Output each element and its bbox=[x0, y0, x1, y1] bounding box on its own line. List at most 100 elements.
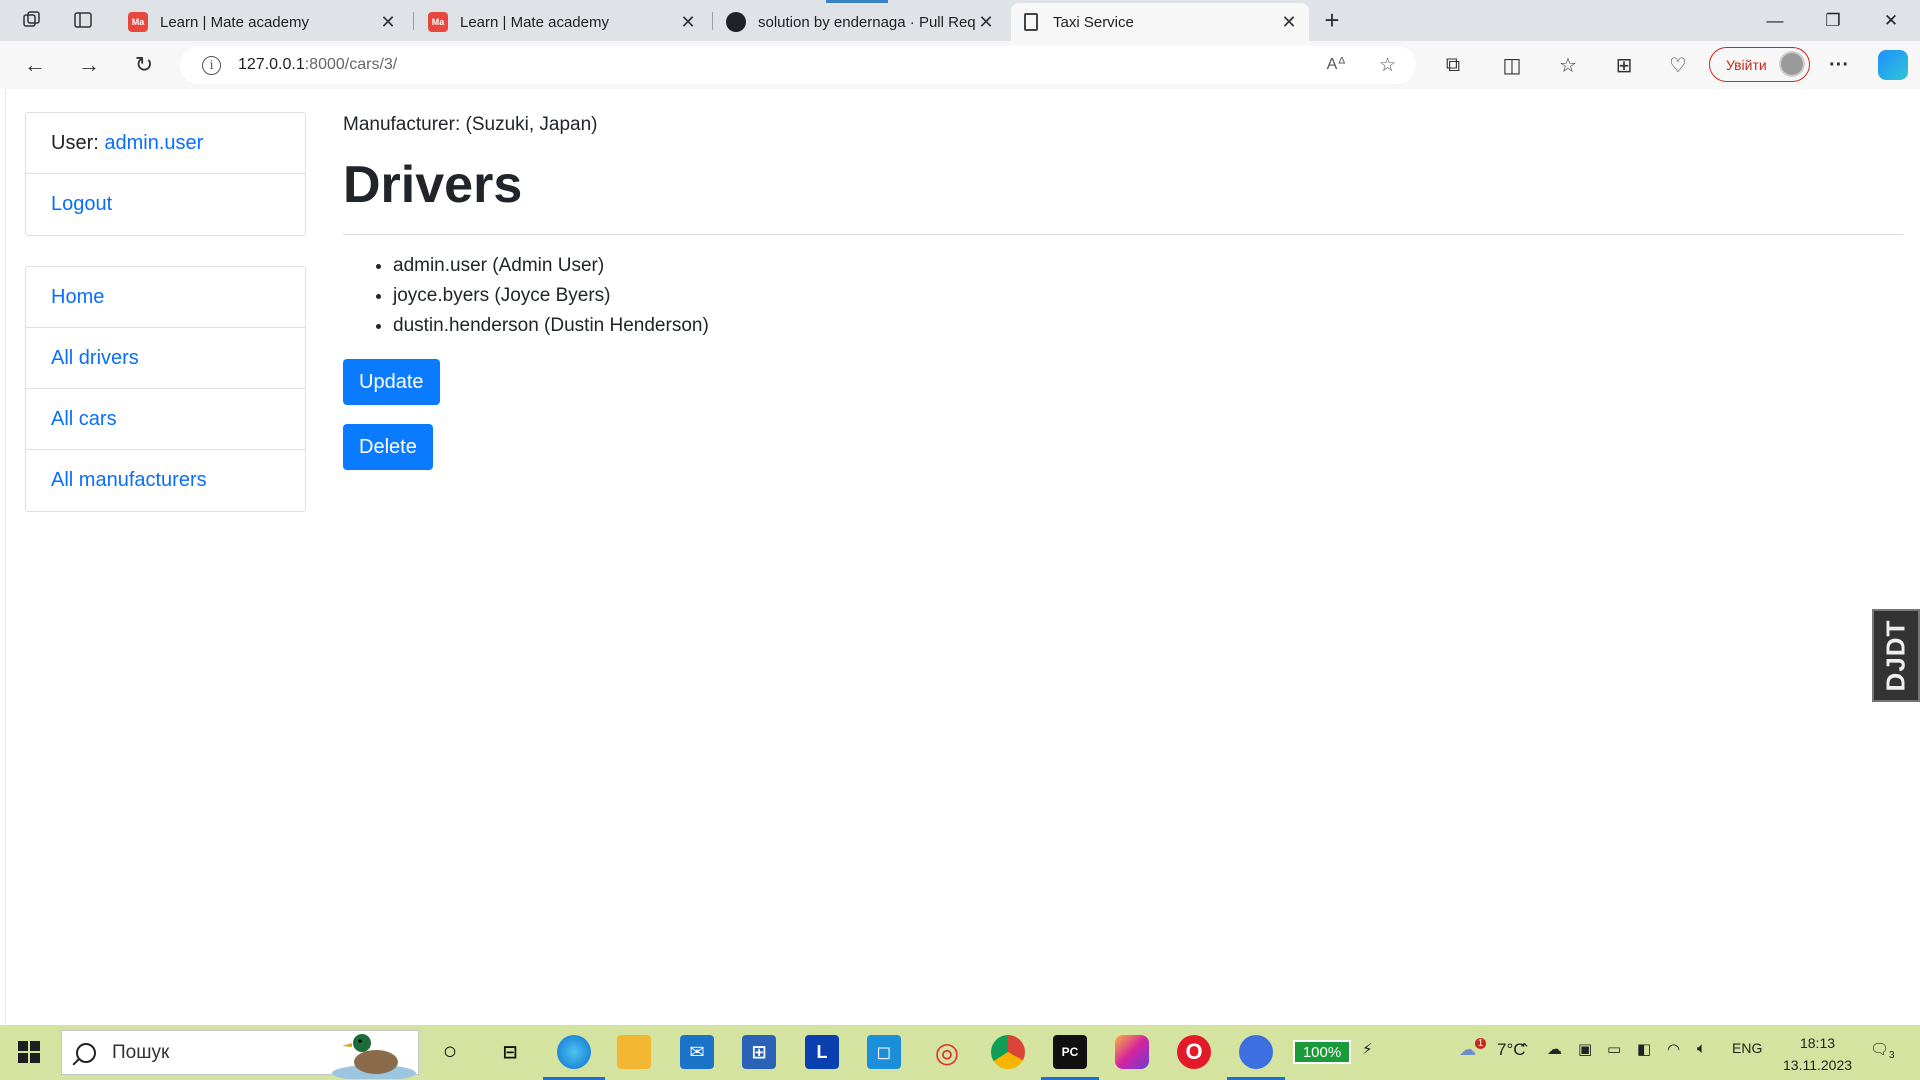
url-host: 127.0.0.1 bbox=[238, 56, 305, 73]
sign-in-label: Увійти bbox=[1726, 56, 1767, 73]
read-aloud-icon[interactable]: Aᐞ bbox=[1327, 54, 1346, 74]
language-indicator[interactable]: ENG bbox=[1732, 1040, 1762, 1056]
power-plug-icon: ⚡ bbox=[1362, 1041, 1373, 1058]
display-icon[interactable]: ▣ bbox=[1578, 1040, 1592, 1058]
windows-start-icon[interactable] bbox=[18, 1041, 40, 1063]
edge-browser-icon[interactable] bbox=[557, 1035, 591, 1069]
wifi-icon[interactable]: ◠ bbox=[1667, 1040, 1680, 1058]
address-bar[interactable]: i 127.0.0.1:8000/cars/3/ Aᐞ ☆ bbox=[180, 46, 1416, 84]
sidebar-item-all-manufacturers: All manufacturers bbox=[26, 450, 305, 511]
workspaces-icon[interactable] bbox=[17, 8, 47, 32]
weather-widget[interactable]: ☁ 1 7°C bbox=[1459, 1038, 1526, 1060]
tab-github-pull-request[interactable]: solution by endernaga · Pull Req ✕ bbox=[716, 3, 1006, 41]
instagram-icon[interactable] bbox=[1115, 1035, 1149, 1069]
all-cars-link[interactable]: All cars bbox=[51, 408, 117, 431]
chrome-icon[interactable] bbox=[991, 1035, 1025, 1069]
favorites-icon[interactable]: ☆ bbox=[1553, 51, 1583, 79]
pycharm-icon[interactable]: PC bbox=[1053, 1035, 1087, 1069]
task-view-icon[interactable]: ⊟ bbox=[493, 1035, 527, 1069]
close-icon[interactable]: ✕ bbox=[976, 12, 996, 33]
djdt-label: DJDT bbox=[1880, 619, 1911, 692]
restore-icon[interactable]: ❐ bbox=[1804, 0, 1862, 41]
refresh-icon[interactable]: ↻ bbox=[127, 49, 161, 81]
mail-icon[interactable]: ✉ bbox=[680, 1035, 714, 1069]
main-content: Manufacturer: (Suzuki, Japan) Drivers ad… bbox=[343, 112, 1903, 471]
sidebar-item-all-cars: All cars bbox=[26, 389, 305, 450]
tab-actions-icon[interactable] bbox=[68, 8, 98, 32]
blue-app-icon[interactable]: ◻ bbox=[867, 1035, 901, 1069]
sidebar: User: admin.user Logout Home All drivers… bbox=[25, 112, 306, 542]
show-hidden-icons-icon[interactable]: ⌃ bbox=[1518, 1040, 1531, 1058]
more-menu-icon[interactable]: ··· bbox=[1824, 51, 1854, 79]
tab-taxi-service[interactable]: Taxi Service ✕ bbox=[1011, 3, 1309, 41]
chat-app-icon[interactable] bbox=[1239, 1035, 1273, 1069]
minimize-icon[interactable]: — bbox=[1746, 0, 1804, 41]
notification-count: 3 bbox=[1889, 1050, 1895, 1061]
home-link[interactable]: Home bbox=[51, 286, 104, 309]
page-title: Drivers bbox=[343, 156, 523, 214]
sidebar-item-home: Home bbox=[26, 267, 305, 328]
browser-toolbar: ← → ↻ i 127.0.0.1:8000/cars/3/ Aᐞ ☆ ⧉ ◫ … bbox=[0, 41, 1920, 89]
avatar bbox=[1779, 51, 1805, 77]
tab-title: solution by endernaga · Pull Req bbox=[758, 13, 976, 31]
cortana-icon[interactable]: ○ bbox=[433, 1035, 467, 1069]
delete-button[interactable]: Delete bbox=[343, 424, 433, 471]
collections-icon[interactable]: ⊞ bbox=[1609, 51, 1639, 79]
battery-indicator[interactable]: 100% bbox=[1293, 1040, 1351, 1064]
list-item: joyce.byers (Joyce Byers) bbox=[393, 281, 1903, 311]
manufacturer-text: Manufacturer: (Suzuki, Japan) bbox=[343, 114, 598, 135]
logout-link[interactable]: Logout bbox=[51, 193, 112, 216]
github-icon bbox=[726, 12, 746, 32]
tab-mate-academy-1[interactable]: Ma Learn | Mate academy ✕ bbox=[118, 3, 408, 41]
close-icon[interactable]: ✕ bbox=[678, 12, 698, 33]
back-icon[interactable]: ← bbox=[18, 49, 52, 81]
username-link[interactable]: admin.user bbox=[104, 132, 203, 155]
tab-mate-academy-2[interactable]: Ma Learn | Mate academy ✕ bbox=[418, 3, 708, 41]
page-viewport: User: admin.user Logout Home All drivers… bbox=[5, 89, 1920, 1025]
browser-tab-strip: Ma Learn | Mate academy ✕ Ma Learn | Mat… bbox=[0, 0, 1920, 41]
opera-gx-icon[interactable]: ◎ bbox=[930, 1035, 964, 1069]
list-item: admin.user (Admin User) bbox=[393, 251, 1903, 281]
notifications-icon[interactable]: 🗨︎3 bbox=[1870, 1040, 1895, 1061]
all-manufacturers-link[interactable]: All manufacturers bbox=[51, 469, 207, 492]
opera-icon[interactable]: O bbox=[1177, 1035, 1211, 1069]
mate-academy-icon: Ma bbox=[428, 12, 448, 32]
browser-essentials-icon[interactable]: ♡ bbox=[1663, 51, 1693, 79]
search-icon bbox=[76, 1042, 96, 1063]
list-item: dustin.henderson (Dustin Henderson) bbox=[393, 311, 1903, 341]
onedrive-icon[interactable]: ☁ bbox=[1547, 1040, 1562, 1058]
site-info-icon[interactable]: i bbox=[202, 55, 221, 75]
new-tab-icon[interactable]: + bbox=[1317, 5, 1347, 35]
file-explorer-icon[interactable] bbox=[617, 1035, 651, 1069]
weather-badge: 1 bbox=[1474, 1038, 1487, 1049]
copilot-icon[interactable] bbox=[1878, 50, 1908, 80]
microsoft-store-icon[interactable]: ⊞ bbox=[742, 1035, 776, 1069]
split-screen-icon[interactable]: ◫ bbox=[1497, 51, 1527, 79]
window-close-icon[interactable]: ✕ bbox=[1862, 0, 1920, 41]
close-icon[interactable]: ✕ bbox=[1279, 12, 1299, 33]
close-icon[interactable]: ✕ bbox=[378, 12, 398, 33]
favorite-star-icon[interactable]: ☆ bbox=[1379, 54, 1396, 77]
extensions-icon[interactable]: ⧉ bbox=[1438, 51, 1468, 79]
tab-title: Learn | Mate academy bbox=[160, 13, 309, 31]
battery-icon[interactable]: ▭ bbox=[1607, 1040, 1621, 1058]
time: 18:13 bbox=[1799, 1035, 1836, 1051]
update-button[interactable]: Update bbox=[343, 359, 440, 406]
sign-in-button[interactable]: Увійти bbox=[1709, 47, 1810, 82]
sidebar-nav: Home All drivers All cars All manufactur… bbox=[25, 266, 306, 512]
volume-icon[interactable]: 🔈︎ bbox=[1697, 1040, 1706, 1057]
date: 13.11.2023 bbox=[1783, 1057, 1853, 1073]
mate-academy-icon: Ma bbox=[128, 12, 148, 32]
app-l-icon[interactable]: L bbox=[805, 1035, 839, 1069]
taskbar-search-placeholder: Пошук bbox=[112, 1041, 170, 1063]
drivers-list: admin.user (Admin User) joyce.byers (Joy… bbox=[343, 251, 1903, 341]
url-text: 127.0.0.1:8000/cars/3/ bbox=[238, 56, 397, 74]
taskbar: Пошук ○ ⊟ ✉ ⊞ L ◻ ◎ PC O 100% ⚡ ☁ 1 7°C … bbox=[0, 1025, 1920, 1080]
clock[interactable]: 18:13 13.11.2023 bbox=[1783, 1032, 1852, 1076]
forward-icon[interactable]: → bbox=[72, 49, 106, 81]
tab-separator bbox=[712, 12, 713, 30]
all-drivers-link[interactable]: All drivers bbox=[51, 347, 139, 370]
divider bbox=[343, 234, 1903, 236]
meet-now-icon[interactable]: ◧ bbox=[1637, 1040, 1651, 1058]
django-debug-toolbar-handle[interactable]: DJDT bbox=[1872, 609, 1920, 702]
